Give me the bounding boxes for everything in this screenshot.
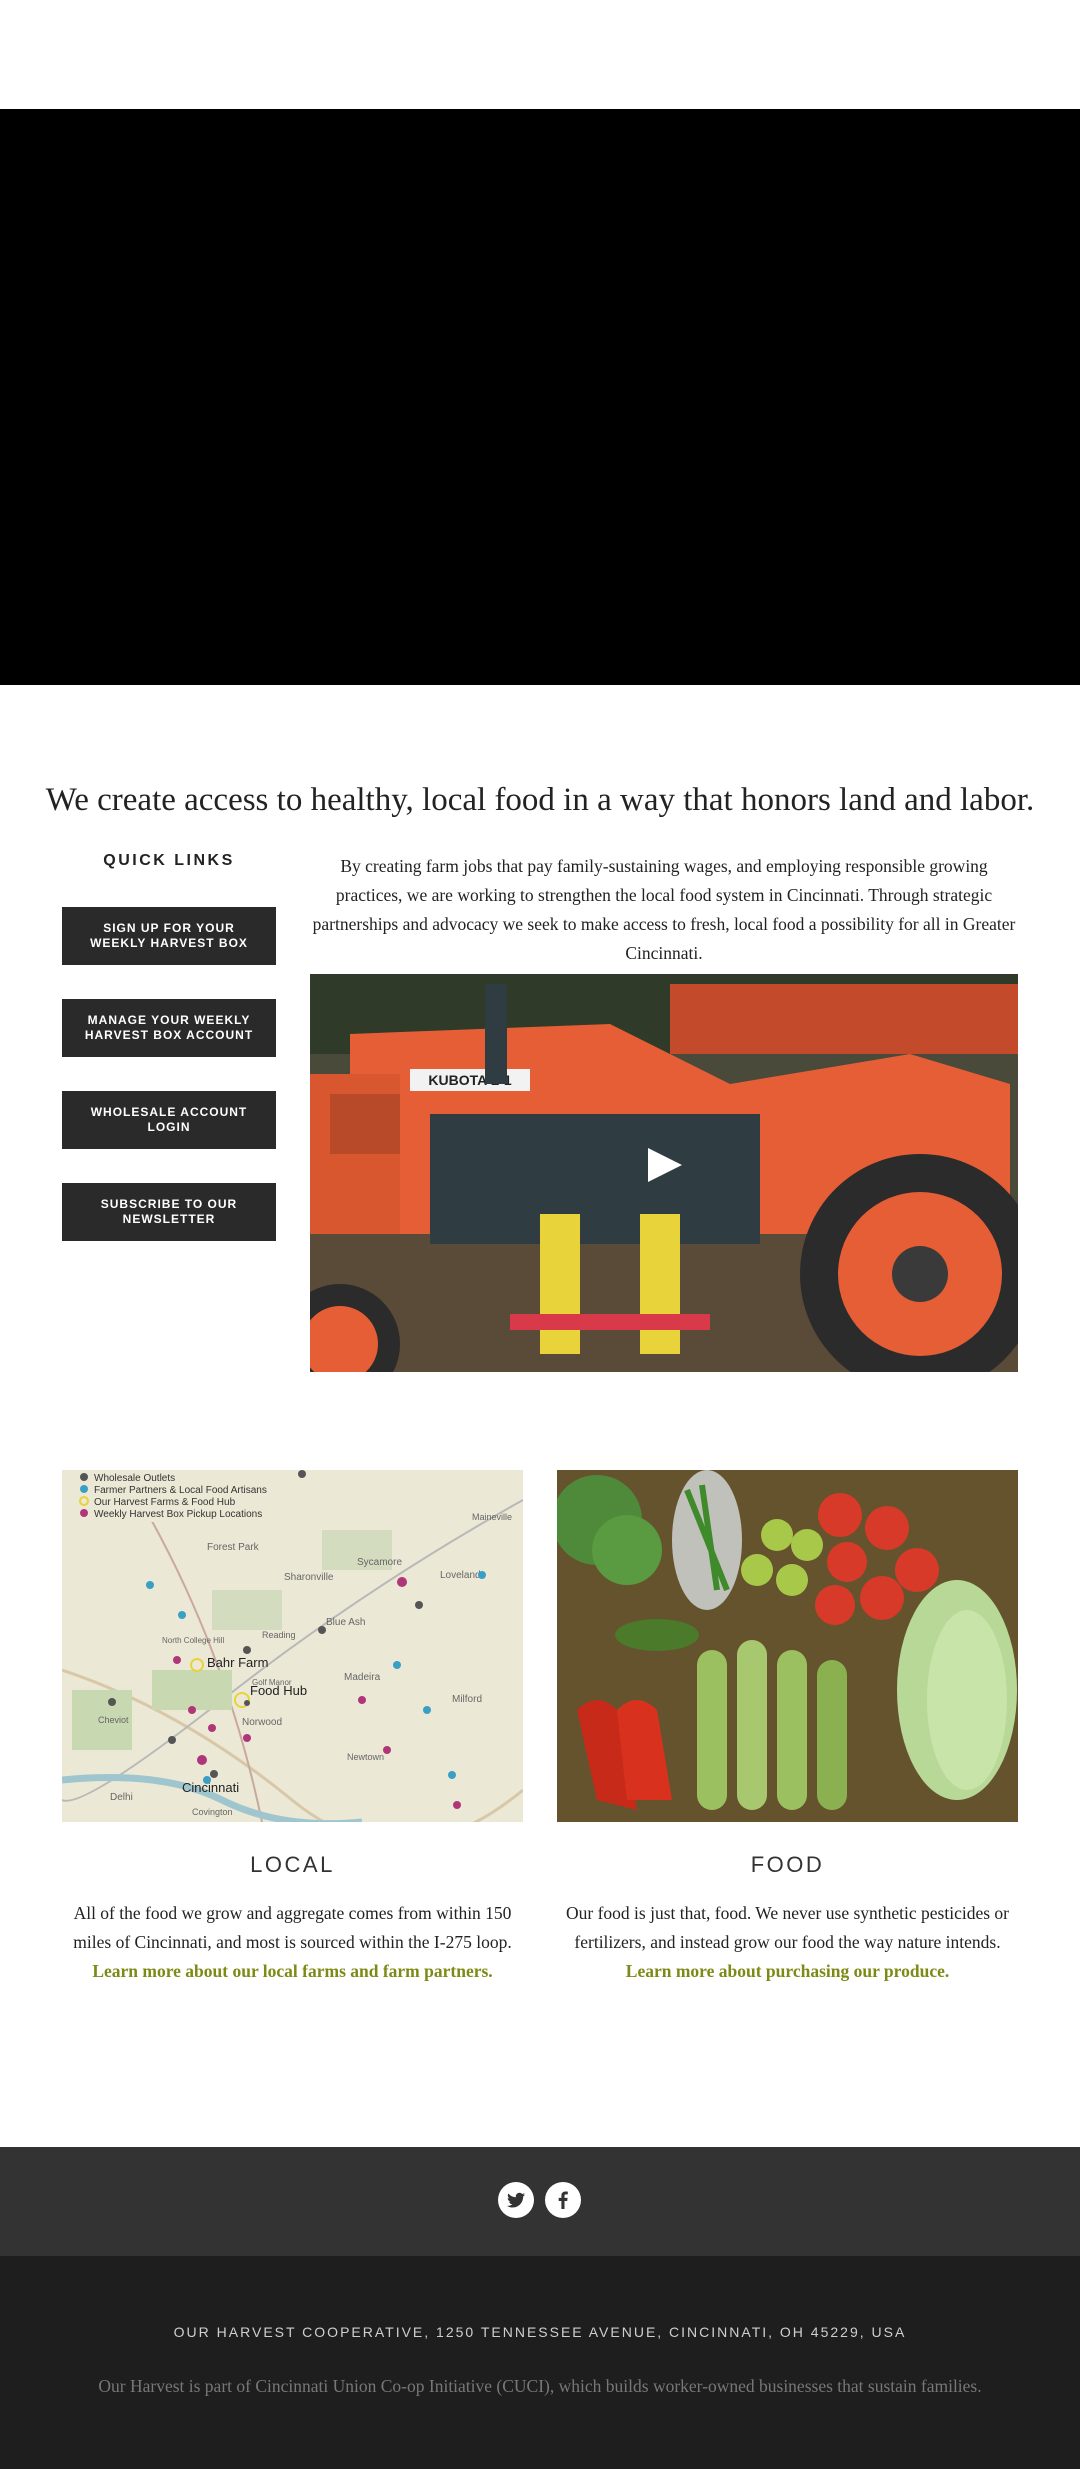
place-sycamore: Sycamore — [357, 1557, 402, 1568]
place-bahr-farm: Bahr Farm — [207, 1655, 268, 1670]
food-title: FOOD — [750, 1852, 825, 1877]
local-map-image: Wholesale Outlets Farmer Partners & Loca… — [62, 1470, 523, 1822]
legend-farmer-partners: Farmer Partners & Local Food Artisans — [94, 1485, 267, 1496]
purchase-produce-link[interactable]: Learn more about purchasing our produce. — [626, 1961, 949, 1981]
place-sharonville: Sharonville — [284, 1572, 334, 1583]
footer-note: Our Harvest is part of Cincinnati Union … — [98, 2376, 982, 2396]
legend-pickup: Weekly Harvest Box Pickup Locations — [94, 1509, 262, 1520]
hero-banner — [0, 109, 1080, 685]
food-text: Our food is just that, food. We never us… — [566, 1903, 1009, 1952]
legend-wholesale-icon — [80, 1473, 88, 1481]
quick-links-title: QUICK LINKS — [103, 852, 235, 869]
play-icon[interactable] — [648, 1148, 682, 1182]
legend-wholesale: Wholesale Outlets — [94, 1473, 175, 1484]
local-title: LOCAL — [250, 1852, 335, 1877]
social-bar — [0, 2147, 1080, 2256]
place-delhi: Delhi — [110, 1792, 133, 1803]
place-norwood: Norwood — [242, 1717, 282, 1728]
manage-harvest-box-button[interactable]: MANAGE YOUR WEEKLY HARVEST BOX ACCOUNT — [62, 999, 276, 1057]
local-text: All of the food we grow and aggregate co… — [73, 1903, 512, 1952]
local-farms-link[interactable]: Learn more about our local farms and far… — [92, 1961, 492, 1981]
video-player[interactable]: KUBOTA L-1 — [310, 974, 1018, 1372]
twitter-icon — [507, 2192, 525, 2208]
place-forest-park: Forest Park — [207, 1542, 260, 1553]
page-headline: We create access to healthy, local food … — [45, 782, 1035, 818]
cincinnati-map: Wholesale Outlets Farmer Partners & Loca… — [62, 1470, 523, 1822]
place-newtown: Newtown — [347, 1752, 384, 1762]
legend-farms-hub: Our Harvest Farms & Food Hub — [94, 1497, 236, 1508]
place-maineville: Maineville — [472, 1512, 512, 1522]
legend-farmer-partners-icon — [80, 1485, 88, 1493]
footer: OUR HARVEST COOPERATIVE, 1250 TENNESSEE … — [0, 2256, 1080, 2469]
subscribe-newsletter-button[interactable]: SUBSCRIBE TO OUR NEWSLETTER — [62, 1183, 276, 1241]
place-reading: Reading — [262, 1630, 296, 1640]
place-loveland: Loveland — [440, 1570, 481, 1581]
place-cincinnati: Cincinnati — [182, 1780, 239, 1795]
intro-paragraph: By creating farm jobs that pay family-su… — [312, 856, 1016, 963]
food-section: Our food is just that, food. We never us… — [557, 1899, 1018, 1986]
wholesale-login-button[interactable]: WHOLESALE ACCOUNT LOGIN — [62, 1091, 276, 1149]
place-golf-manor: Golf Manor — [252, 1678, 292, 1687]
facebook-icon — [558, 2191, 568, 2209]
place-covington: Covington — [192, 1807, 233, 1817]
signup-harvest-box-button[interactable]: SIGN UP FOR YOUR WEEKLY HARVEST BOX — [62, 907, 276, 965]
place-madeira: Madeira — [344, 1672, 381, 1683]
top-header-space — [0, 0, 1080, 109]
twitter-button[interactable] — [498, 2182, 534, 2218]
legend-pickup-icon — [80, 1509, 88, 1517]
food-produce-image — [557, 1470, 1018, 1822]
vegetables-photo — [557, 1470, 1018, 1822]
local-section: All of the food we grow and aggregate co… — [62, 1899, 523, 1986]
facebook-button[interactable] — [545, 2182, 581, 2218]
place-blue-ash: Blue Ash — [326, 1617, 365, 1628]
place-milford: Milford — [452, 1694, 482, 1705]
place-north-college-hill: North College Hill — [162, 1636, 224, 1645]
footer-address: OUR HARVEST COOPERATIVE, 1250 TENNESSEE … — [173, 2324, 907, 2340]
place-cheviot: Cheviot — [98, 1715, 129, 1725]
